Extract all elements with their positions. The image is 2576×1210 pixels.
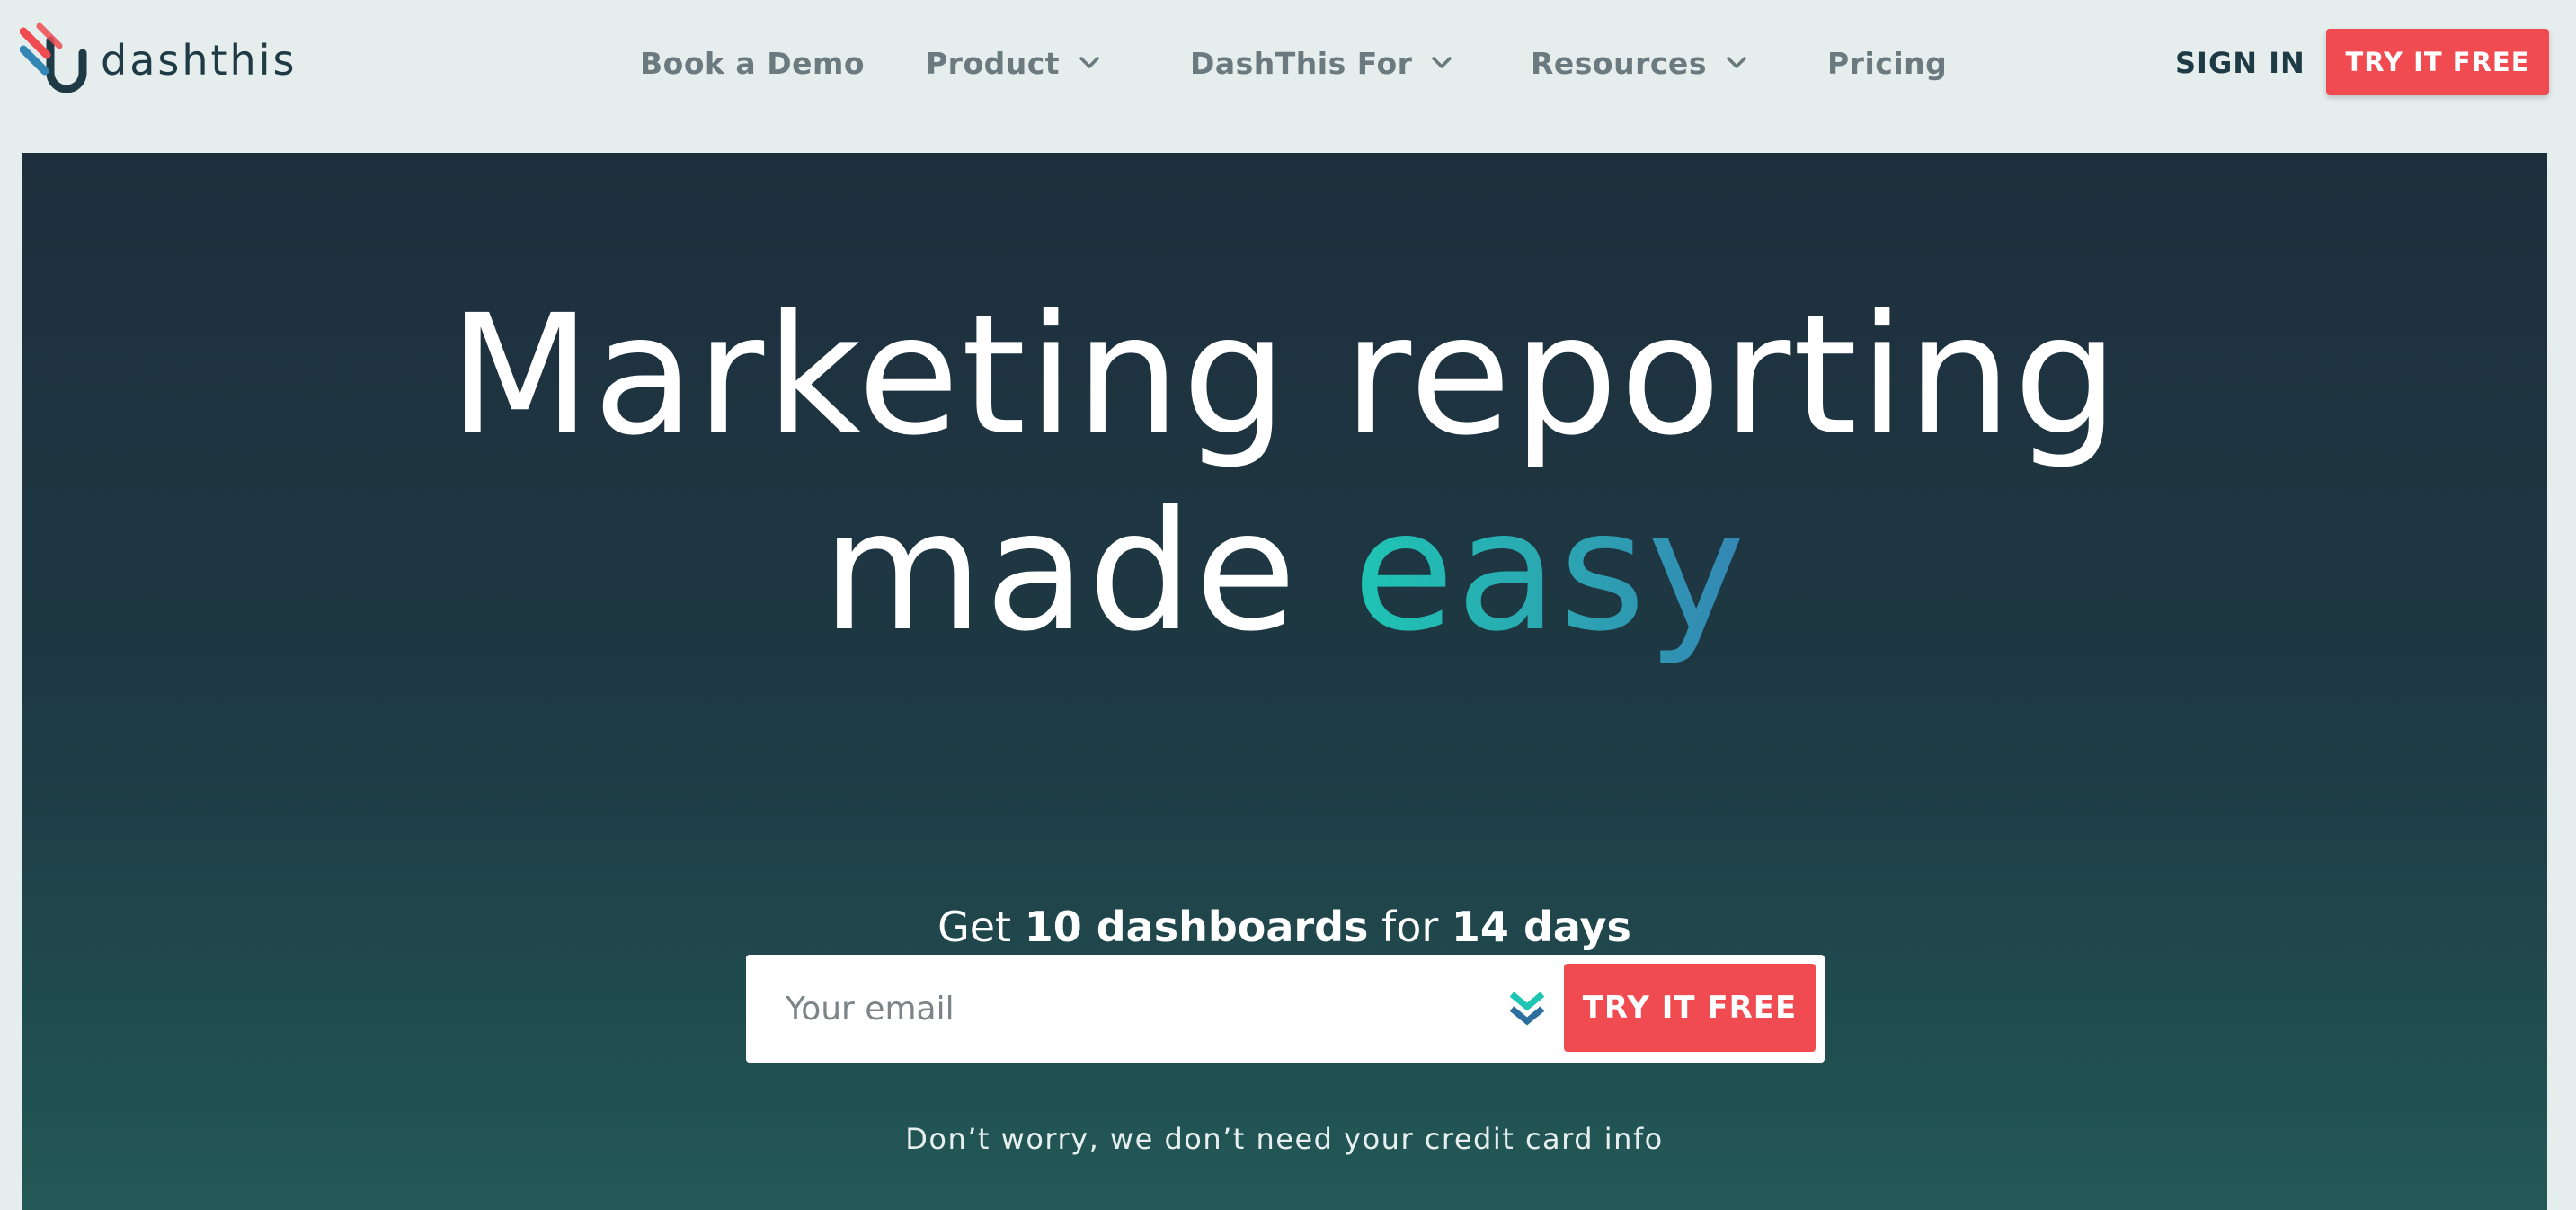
email-input[interactable] xyxy=(746,955,1483,1063)
nav-resources[interactable]: Resources xyxy=(1531,0,1746,126)
nav-pricing-label: Pricing xyxy=(1827,45,1948,81)
chevron-down-icon xyxy=(1079,57,1099,68)
chevron-down-icon xyxy=(1432,57,1452,68)
nav-book-a-demo-label: Book a Demo xyxy=(640,45,866,81)
hero-section: Marketing reporting made easy Get 10 das… xyxy=(22,153,2547,1210)
no-credit-card-note: Don’t worry, we don’t need your credit c… xyxy=(905,1122,1664,1156)
nav-dashthis-for[interactable]: DashThis For xyxy=(1190,0,1452,126)
dashthis-logo[interactable]: dashthis xyxy=(20,20,297,101)
sign-in-link[interactable]: SIGN IN xyxy=(2175,0,2305,126)
top-navigation-bar: dashthis Book a Demo Product DashThis Fo… xyxy=(0,0,2576,126)
offer-prefix: Get xyxy=(937,903,1012,951)
double-chevron-down-icon xyxy=(1509,992,1545,1026)
signup-form: TRY IT FREE xyxy=(746,955,1825,1063)
trial-offer-text: Get 10 dashboards for 14 days xyxy=(22,903,2547,951)
hero-headline-line-1: Marketing reporting xyxy=(448,280,2121,472)
dashthis-logo-icon xyxy=(20,22,87,93)
nav-book-a-demo[interactable]: Book a Demo xyxy=(640,0,865,126)
logo-wordmark: dashthis xyxy=(101,36,298,85)
nav-resources-label: Resources xyxy=(1531,45,1707,81)
hero-headline-line-2: made easy xyxy=(22,482,2547,662)
hero-headline-prefix: made xyxy=(822,476,1299,668)
try-it-free-header-button[interactable]: TRY IT FREE xyxy=(2326,29,2549,95)
nav-product-label: Product xyxy=(926,45,1061,81)
try-it-free-form-button[interactable]: TRY IT FREE xyxy=(1564,964,1816,1052)
nav-product[interactable]: Product xyxy=(926,0,1099,126)
chevron-down-icon xyxy=(1727,57,1746,68)
nav-pricing[interactable]: Pricing xyxy=(1827,0,1947,126)
offer-dashboard-count: 10 dashboards xyxy=(1024,903,1369,951)
hero-headline-highlight: easy xyxy=(1352,476,1747,668)
offer-mid: for xyxy=(1381,903,1439,951)
nav-dashthis-for-label: DashThis For xyxy=(1190,45,1413,81)
offer-duration: 14 days xyxy=(1451,903,1631,951)
